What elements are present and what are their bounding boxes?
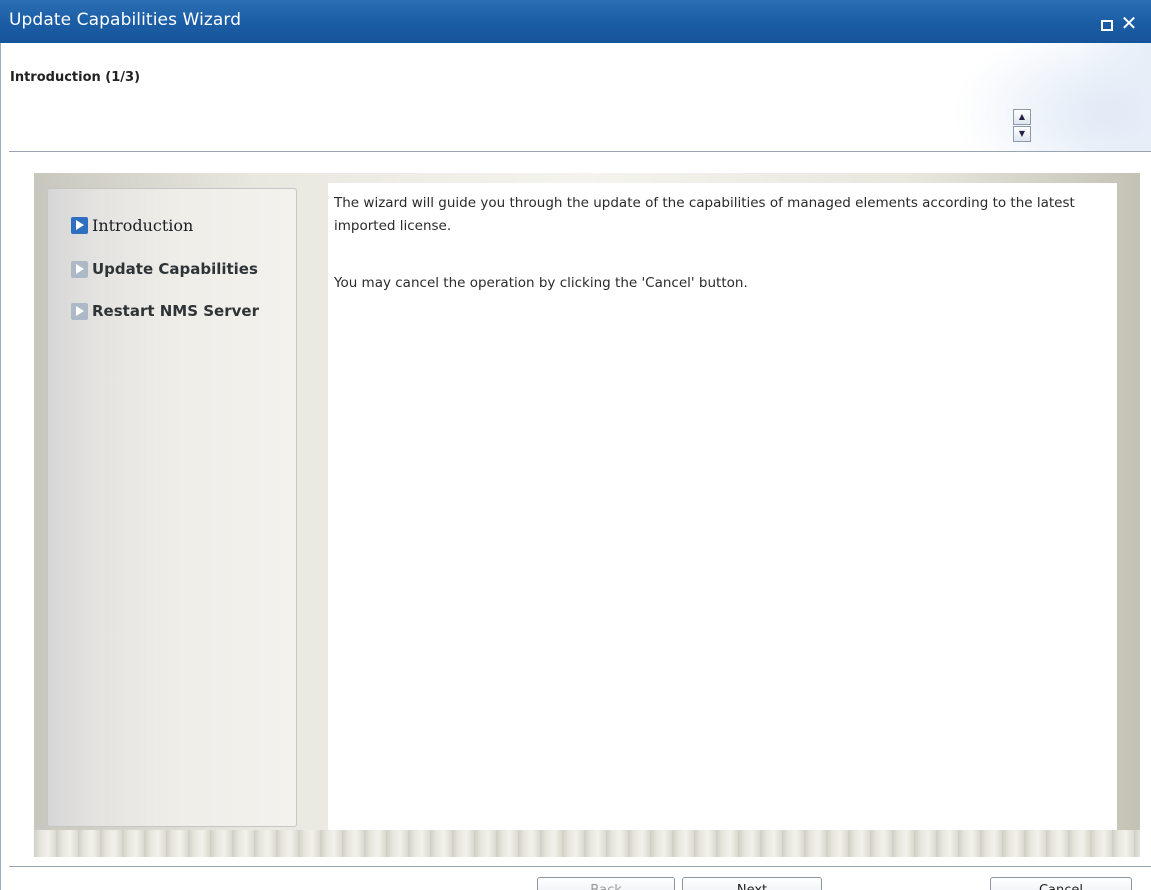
step-content: The wizard will guide you through the up…: [328, 183, 1117, 830]
footer-divider: [9, 866, 1151, 867]
cancel-hint: You may cancel the operation by clicking…: [334, 275, 748, 291]
step-arrow-icon: [71, 260, 88, 278]
header-divider: [9, 151, 1151, 152]
nav-item-label: Update Capabilities: [92, 260, 258, 278]
nav-item-restart-nms-server[interactable]: Restart NMS Server: [71, 299, 259, 323]
wizard-header: Introduction (1/3): [1, 43, 1151, 152]
window-title: Update Capabilities Wizard: [9, 10, 242, 30]
header-decoration-edge: [1081, 43, 1151, 152]
nav-item-introduction[interactable]: Introduction: [71, 213, 193, 237]
nav-item-label: Restart NMS Server: [92, 302, 259, 320]
nav-item-update-capabilities[interactable]: Update Capabilities: [71, 257, 258, 281]
maximize-icon[interactable]: [1101, 20, 1113, 31]
steps-nav: Introduction Update Capabilities Restart…: [47, 188, 297, 827]
step-arrow-icon: [71, 216, 88, 234]
nav-item-label: Introduction: [92, 215, 194, 235]
next-button[interactable]: Next: [682, 877, 822, 890]
scroll-up-icon[interactable]: ▲: [1013, 109, 1031, 125]
back-button[interactable]: Back: [537, 877, 675, 890]
close-icon[interactable]: ✕: [1120, 12, 1138, 34]
step-heading: Introduction (1/3): [10, 70, 141, 85]
step-arrow-icon: [71, 302, 88, 320]
scroll-down-icon[interactable]: ▼: [1013, 126, 1031, 142]
header-scroll-spinner[interactable]: ▲ ▼: [1013, 109, 1031, 143]
intro-description: The wizard will guide you through the up…: [334, 195, 1075, 234]
panel-bottom-strip: [34, 830, 1140, 857]
title-bar: Update Capabilities Wizard ✕: [0, 0, 1151, 43]
cancel-button[interactable]: Cancel: [990, 877, 1132, 890]
wizard-body-panel: Introduction Update Capabilities Restart…: [34, 173, 1140, 857]
